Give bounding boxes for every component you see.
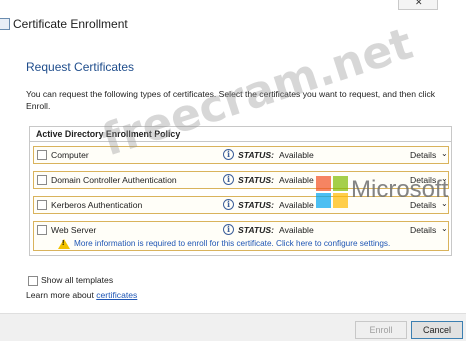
warning-icon-mark: ! xyxy=(62,240,65,247)
status-key: STATUS: xyxy=(238,200,274,210)
computer-checkbox[interactable] xyxy=(37,150,47,160)
learn-more-prefix: Learn more about xyxy=(26,290,97,300)
enroll-button[interactable]: Enroll xyxy=(355,321,407,339)
group-divider xyxy=(30,141,451,142)
chevron-down-icon[interactable]: ⌄ xyxy=(441,149,448,158)
status-key: STATUS: xyxy=(238,175,274,185)
kerberos-checkbox[interactable] xyxy=(37,200,47,210)
info-icon: i xyxy=(223,224,234,235)
status-value: Available xyxy=(279,175,314,185)
certificate-row-web-server[interactable]: Web Server i STATUS: Available Details ⌄… xyxy=(33,221,449,251)
chevron-down-icon[interactable]: ⌄ xyxy=(441,224,448,233)
learn-more: Learn more about certificates xyxy=(26,290,137,300)
show-all-checkbox[interactable] xyxy=(28,276,38,286)
configure-settings-link[interactable]: More information is required to enroll f… xyxy=(74,239,390,248)
web-server-checkbox[interactable] xyxy=(37,225,47,235)
details-link[interactable]: Details xyxy=(410,225,436,235)
status-value: Available xyxy=(279,225,314,235)
cancel-button[interactable]: Cancel xyxy=(411,321,463,339)
page-heading: Request Certificates xyxy=(26,60,135,74)
info-icon: i xyxy=(223,149,234,160)
certificate-app-icon xyxy=(0,18,10,30)
brand-watermark: Microsoft xyxy=(351,176,449,203)
show-all-label[interactable]: Show all templates xyxy=(41,275,113,285)
certificates-link[interactable]: certificates xyxy=(96,290,137,300)
info-icon: i xyxy=(223,174,234,185)
status-key: STATUS: xyxy=(238,225,274,235)
certificate-label: Kerberos Authentication xyxy=(51,200,143,210)
close-icon: ✕ xyxy=(415,0,423,7)
close-button[interactable]: ✕ xyxy=(398,0,438,10)
window-title: Certificate Enrollment xyxy=(13,17,128,31)
status-value: Available xyxy=(279,150,314,160)
certificate-label: Web Server xyxy=(51,225,97,235)
info-icon: i xyxy=(223,199,234,210)
microsoft-logo-icon xyxy=(316,176,348,208)
certificate-label: Computer xyxy=(51,150,89,160)
status-key: STATUS: xyxy=(238,150,274,160)
status-value: Available xyxy=(279,200,314,210)
dialog-footer: Enroll Cancel xyxy=(0,313,466,341)
certificate-label: Domain Controller Authentication xyxy=(51,175,177,185)
domain-controller-checkbox[interactable] xyxy=(37,175,47,185)
certificate-row-computer[interactable]: Computer i STATUS: Available Details ⌄ xyxy=(33,146,449,164)
details-link[interactable]: Details xyxy=(410,150,436,160)
